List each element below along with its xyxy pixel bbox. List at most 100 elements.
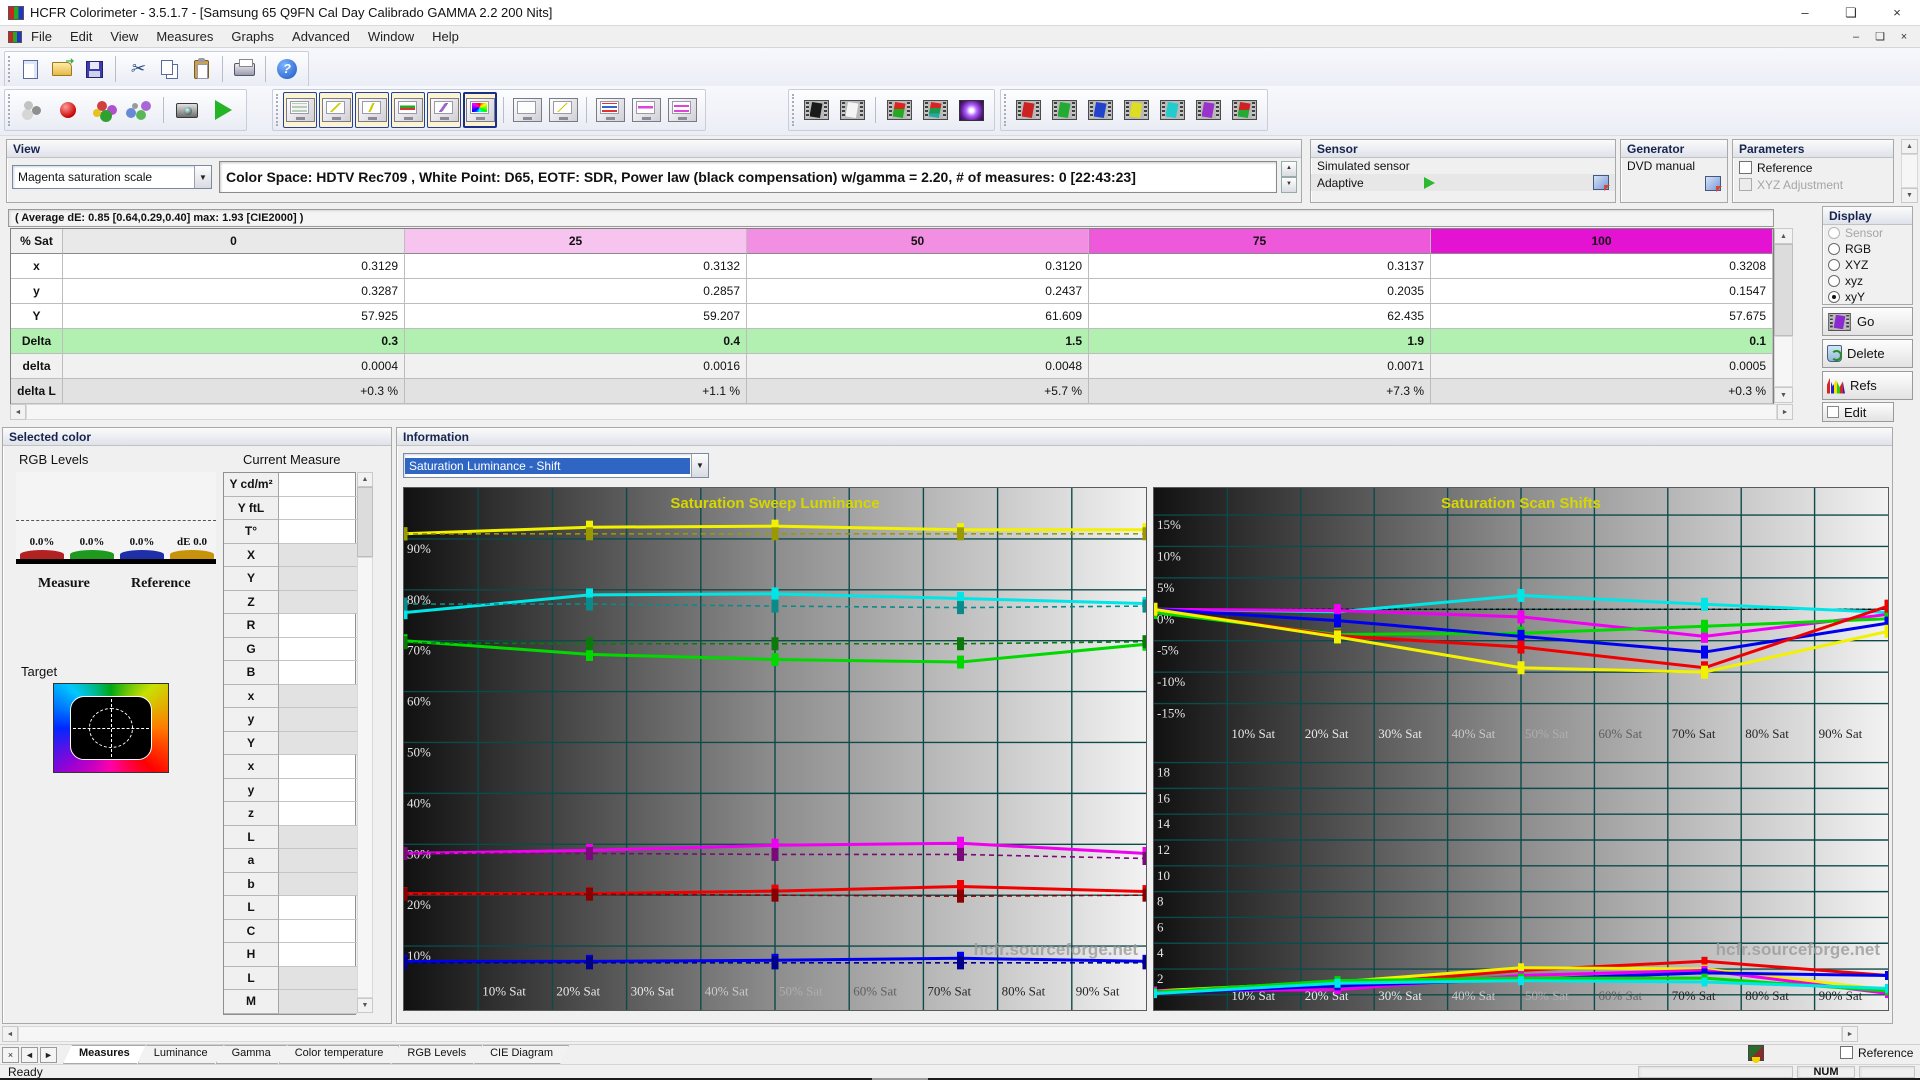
view-measures-grid-button[interactable] xyxy=(283,92,317,128)
paste-button[interactable] xyxy=(186,54,216,84)
spinner-down-icon[interactable]: ▼ xyxy=(1281,177,1297,193)
edit-button[interactable]: Edit xyxy=(1822,402,1894,422)
table-cell[interactable]: 61.609 xyxy=(747,304,1089,329)
table-cell[interactable]: 0.0004 xyxy=(63,354,405,379)
print-button[interactable] xyxy=(229,54,259,84)
table-cell[interactable]: +7.3 % xyxy=(1089,379,1431,404)
view-magenta-lines-button[interactable] xyxy=(665,92,699,128)
table-cell[interactable]: 0.0016 xyxy=(405,354,747,379)
table-cell[interactable]: 0.2437 xyxy=(747,279,1089,304)
measure-primaries-button[interactable] xyxy=(882,92,916,128)
chevron-down-icon[interactable]: ▼ xyxy=(194,166,211,188)
radio-xyz[interactable]: xyz xyxy=(1823,273,1912,289)
spinner-up-icon[interactable]: ▲ xyxy=(1281,161,1297,177)
measure-black-level-button[interactable] xyxy=(799,92,833,128)
table-cell[interactable]: 0.1 xyxy=(1431,329,1773,354)
radio-icon[interactable] xyxy=(1828,227,1840,239)
tab-prev-button[interactable]: ◄ xyxy=(21,1047,38,1063)
table-cell[interactable]: 59.207 xyxy=(405,304,747,329)
view-color-temperature-button[interactable] xyxy=(391,92,425,128)
measure-white-level-button[interactable] xyxy=(835,92,869,128)
radio-icon[interactable] xyxy=(1828,259,1840,271)
measure-contrast-button[interactable] xyxy=(954,92,988,128)
view-free-measures-button[interactable] xyxy=(510,92,544,128)
menu-help[interactable]: Help xyxy=(423,27,468,46)
table-cell[interactable]: 0.3 xyxy=(63,329,405,354)
menu-graphs[interactable]: Graphs xyxy=(222,27,283,46)
table-cell[interactable]: 0.2857 xyxy=(405,279,747,304)
cut-button[interactable] xyxy=(122,54,152,84)
view-gamma-button[interactable] xyxy=(355,92,389,128)
scroll-up-icon[interactable]: ▲ xyxy=(1774,228,1793,244)
tab-measures[interactable]: Measures xyxy=(63,1045,146,1064)
restore-button[interactable]: ❏ xyxy=(1828,0,1874,25)
menu-view[interactable]: View xyxy=(101,27,147,46)
scroll-down-icon[interactable]: ▼ xyxy=(1774,387,1793,403)
radio-sensor[interactable]: Sensor xyxy=(1823,225,1912,241)
view-cie-diagram-button[interactable] xyxy=(463,92,497,128)
measure-yellow-scale-button[interactable] xyxy=(1119,92,1153,128)
open-file-button[interactable] xyxy=(47,54,77,84)
generator-configure-icon[interactable] xyxy=(1705,176,1721,191)
run-measures-button[interactable] xyxy=(206,92,240,128)
tab-next-button[interactable]: ► xyxy=(40,1047,57,1063)
table-cell[interactable]: 0.3120 xyxy=(747,254,1089,279)
view-magenta-curve-button[interactable] xyxy=(629,92,663,128)
go-button[interactable]: Go xyxy=(1822,307,1913,336)
scroll-down-icon[interactable]: ▼ xyxy=(1901,188,1918,203)
scroll-right-icon[interactable]: ► xyxy=(1777,404,1793,420)
sensor-config-button[interactable] xyxy=(15,92,49,128)
table-cell[interactable]: 0.0005 xyxy=(1431,354,1773,379)
scroll-left-icon[interactable]: ◄ xyxy=(2,1026,18,1042)
tab-cie-diagram[interactable]: CIE Diagram xyxy=(474,1045,569,1064)
view-luminance-button[interactable] xyxy=(319,92,353,128)
measure-blue-scale-button[interactable] xyxy=(1083,92,1117,128)
table-cell[interactable]: 0.2035 xyxy=(1089,279,1431,304)
controlbar-scrollbar[interactable]: ▲ ▼ xyxy=(1901,139,1918,203)
view-rgb-levels-button[interactable] xyxy=(427,92,461,128)
reference-checkbox[interactable] xyxy=(1739,161,1752,174)
menu-measures[interactable]: Measures xyxy=(147,27,222,46)
table-cell[interactable]: 0.4 xyxy=(405,329,747,354)
table-cell[interactable]: 57.925 xyxy=(63,304,405,329)
table-vertical-scrollbar[interactable]: ▲ ▼ xyxy=(1774,228,1793,403)
sensor-configure-icon[interactable] xyxy=(1593,175,1609,190)
measure-continuous-button[interactable] xyxy=(123,92,157,128)
saturation-measure-table[interactable]: % Sat0255075100x0.31290.31320.31200.3137… xyxy=(10,228,1774,405)
tab-rgb-levels[interactable]: RGB Levels xyxy=(391,1045,482,1064)
table-cell[interactable]: 0.3137 xyxy=(1089,254,1431,279)
copy-button[interactable] xyxy=(154,54,184,84)
measure-green-scale-button[interactable] xyxy=(1047,92,1081,128)
tab-luminance[interactable]: Luminance xyxy=(138,1045,224,1064)
menu-file[interactable]: File xyxy=(22,27,61,46)
menu-edit[interactable]: Edit xyxy=(61,27,101,46)
table-cell[interactable]: 57.675 xyxy=(1431,304,1773,329)
column-header-0[interactable]: 0 xyxy=(63,229,405,254)
radio-icon[interactable] xyxy=(1828,291,1840,303)
close-button[interactable]: × xyxy=(1874,0,1920,25)
table-cell[interactable]: +5.7 % xyxy=(747,379,1089,404)
capture-snapshot-button[interactable] xyxy=(170,92,204,128)
scroll-left-icon[interactable]: ◄ xyxy=(10,404,26,420)
table-cell[interactable]: 1.5 xyxy=(747,329,1089,354)
tab-close-button[interactable]: × xyxy=(2,1047,19,1063)
minimize-button[interactable]: – xyxy=(1782,0,1828,25)
table-cell[interactable]: 0.3208 xyxy=(1431,254,1773,279)
mdi-close-button[interactable]: × xyxy=(1892,28,1916,46)
view-rgb-stripes-button[interactable] xyxy=(593,92,627,128)
column-header-50[interactable]: 50 xyxy=(747,229,1089,254)
chevron-down-icon[interactable]: ▼ xyxy=(691,454,708,477)
table-cell[interactable]: 62.435 xyxy=(1089,304,1431,329)
column-header-100[interactable]: 100 xyxy=(1431,229,1773,254)
table-cell[interactable]: 0.3287 xyxy=(63,279,405,304)
delete-button[interactable]: Delete xyxy=(1822,339,1913,368)
menu-advanced[interactable]: Advanced xyxy=(283,27,359,46)
refs-button[interactable]: Refs xyxy=(1822,371,1913,400)
sensor-run-icon[interactable] xyxy=(1424,177,1435,189)
scroll-right-icon[interactable]: ► xyxy=(1842,1026,1858,1042)
save-file-button[interactable] xyxy=(79,54,109,84)
measure-secondaries-button[interactable] xyxy=(918,92,952,128)
tab-gamma[interactable]: Gamma xyxy=(216,1045,287,1064)
scroll-up-icon[interactable]: ▲ xyxy=(357,472,373,487)
table-cell[interactable]: 0.3129 xyxy=(63,254,405,279)
